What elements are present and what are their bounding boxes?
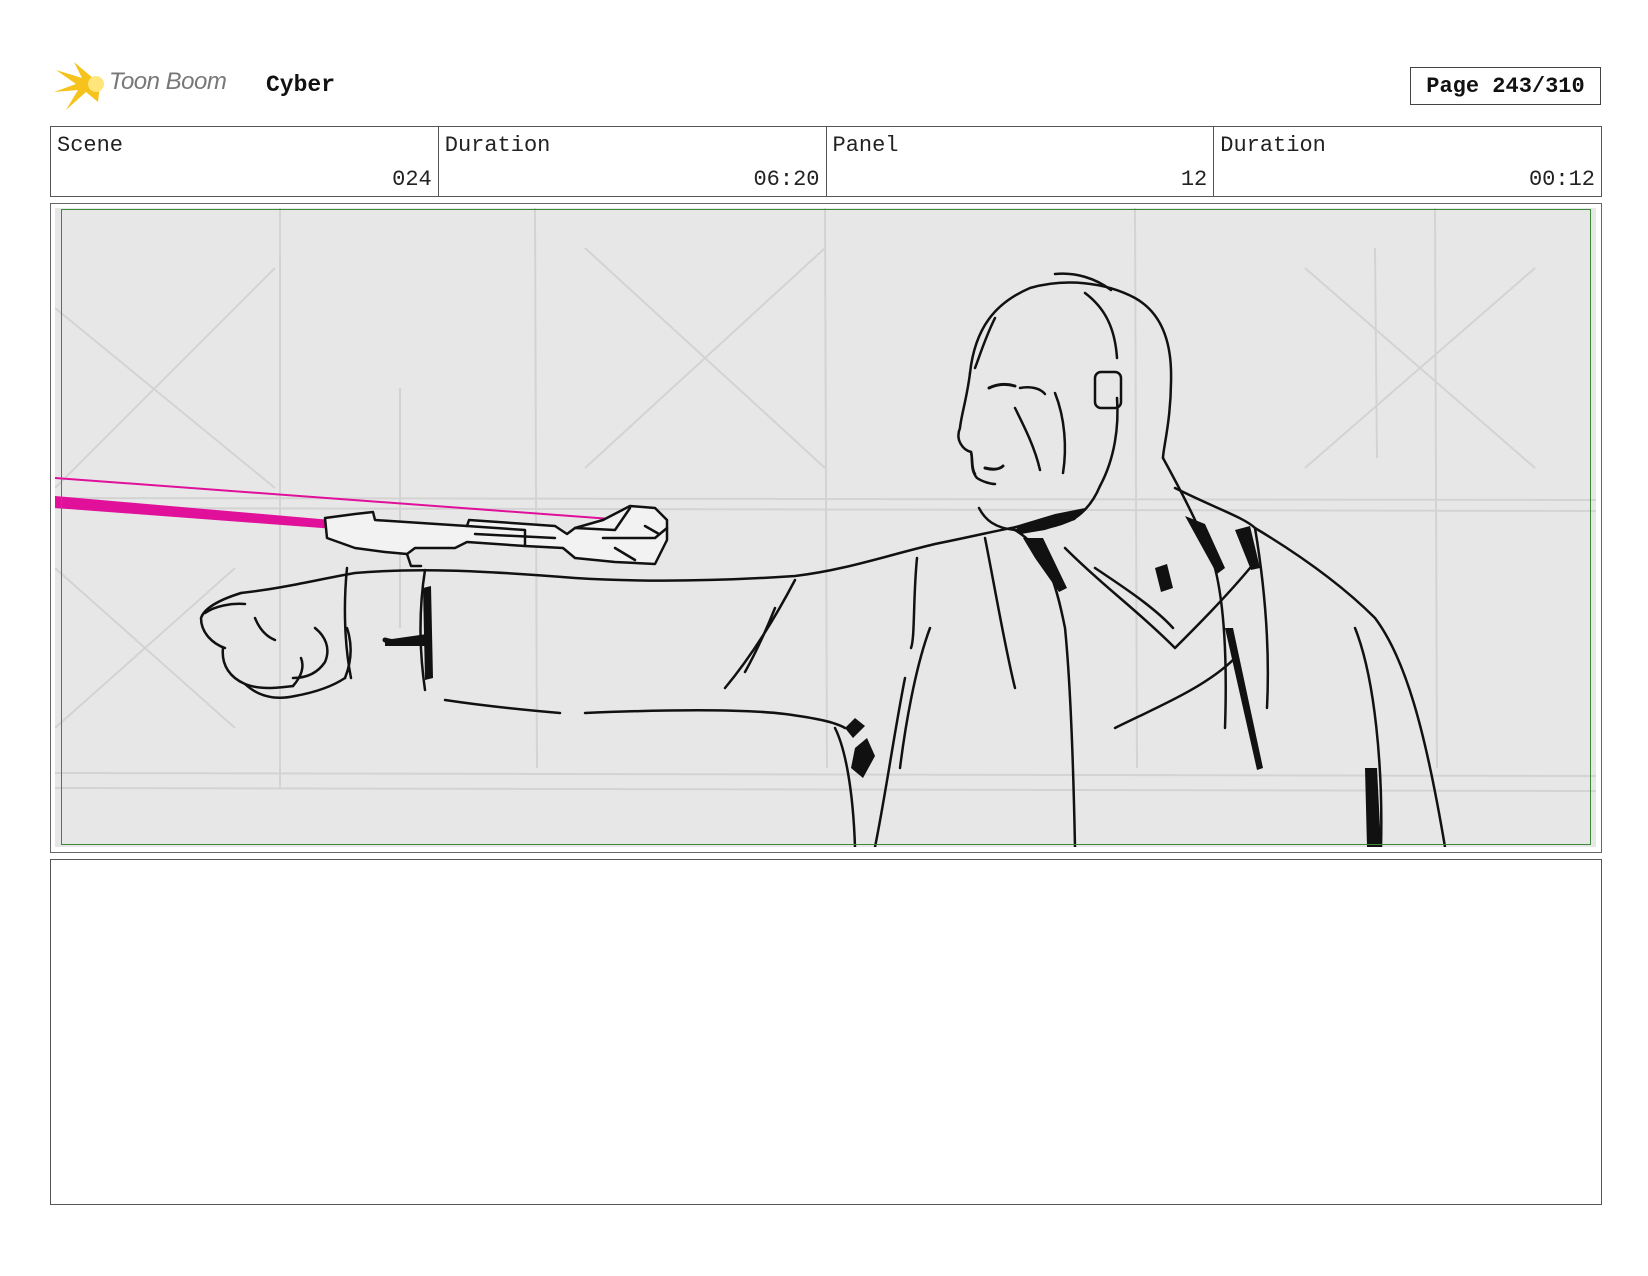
scene-value: 024 [392,167,432,192]
panel-duration-label: Duration [1220,133,1326,158]
panel-cell: Panel 12 [827,127,1215,196]
scene-info-table: Scene 024 Duration 06:20 Panel 12 Durati… [50,126,1602,197]
scene-cell: Scene 024 [51,127,439,196]
scene-duration-label: Duration [444,133,551,158]
logo-burst-icon [54,62,104,110]
panel-sketch [55,208,1596,847]
toon-boom-logo: Toon Boom [52,58,252,114]
page-indicator: Page 243/310 [1410,67,1601,105]
panel-duration-cell: Duration 00:12 [1214,127,1601,196]
logo-text: Toon Boom [109,68,227,95]
panel-value: 12 [1180,167,1208,192]
panel-label: Panel [832,133,899,158]
panel-notes-area[interactable] [50,859,1602,1205]
scene-label: Scene [57,133,124,158]
character-sketch-drawing [55,208,1596,847]
scene-duration-value: 06:20 [753,167,820,192]
storyboard-panel [50,203,1602,853]
panel-duration-value: 00:12 [1528,167,1595,192]
scene-duration-cell: Duration 06:20 [439,127,827,196]
project-title: Cyber [266,72,336,98]
